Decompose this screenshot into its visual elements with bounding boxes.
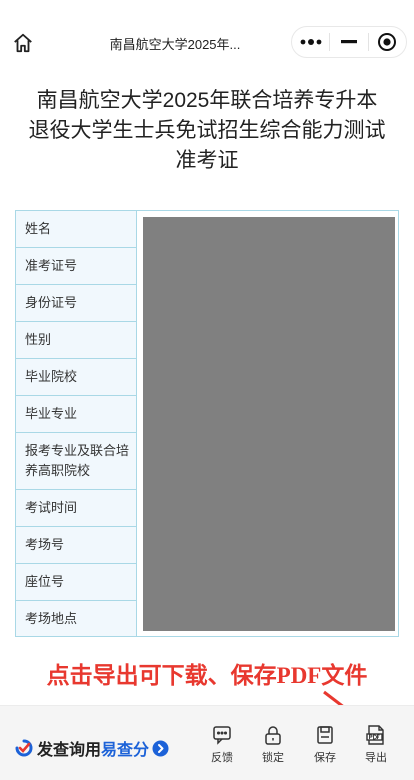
ticket-heading: 南昌航空大学2025年联合培养专升本 退役大学生士兵免试招生综合能力测试 准考证 (0, 86, 414, 176)
heading-line-3: 准考证 (175, 149, 239, 172)
field-label-graduate-school: 毕业院校 (16, 359, 137, 396)
mini-program-capsule (291, 26, 407, 58)
field-label-id-number: 身份证号 (16, 285, 137, 322)
save-button[interactable]: 保存 (305, 724, 345, 765)
top-bar: 南昌航空大学2025年... (0, 0, 414, 84)
bottom-toolbar: 发查询用 易查分 反馈 锁定 保存 导出 (0, 705, 414, 780)
close-button[interactable] (369, 27, 406, 57)
save-icon (317, 726, 333, 744)
lock-label: 锁定 (262, 752, 284, 764)
redacted-values-block (143, 217, 395, 631)
export-label: 导出 (365, 752, 387, 764)
field-label-exam-room: 考场号 (16, 527, 137, 564)
lock-button[interactable]: 锁定 (253, 724, 293, 765)
lock-icon (265, 726, 281, 745)
field-label-exam-location: 考场地点 (25, 610, 78, 626)
field-label-seat-number: 座位号 (16, 564, 137, 601)
save-label: 保存 (314, 752, 336, 764)
field-label-applied-major: 报考专业及联合培养高职院校 (16, 433, 137, 490)
brand-prefix: 发查询用 (37, 742, 102, 759)
field-label-column: 姓名 准考证号 身份证号 性别 毕业院校 毕业专业 报考专业及联合培养高职院校 … (16, 211, 137, 636)
brand-logo-icon (15, 739, 33, 757)
heading-line-2: 退役大学生士兵免试招生综合能力测试 (28, 119, 386, 142)
export-button[interactable]: 导出 (356, 724, 396, 765)
brand-link[interactable]: 发查询用 易查分 (14, 736, 169, 760)
brand-name: 易查分 (101, 742, 150, 759)
field-label-name: 姓名 (16, 211, 137, 248)
home-button[interactable] (8, 28, 38, 58)
field-label-ticket-number: 准考证号 (16, 248, 137, 285)
admission-ticket-table: 姓名 准考证号 身份证号 性别 毕业院校 毕业专业 报考专业及联合培养高职院校 … (15, 210, 399, 637)
feedback-label: 反馈 (211, 752, 233, 764)
home-icon (14, 33, 32, 53)
heading-line-1: 南昌航空大学2025年联合培养专升本 (36, 89, 378, 112)
field-label-exam-time: 考试时间 (16, 490, 137, 527)
page-title: 南昌航空大学2025年... (109, 37, 241, 52)
more-button[interactable] (292, 27, 329, 57)
minus-icon (341, 40, 357, 44)
field-label-graduate-major: 毕业专业 (16, 396, 137, 433)
feedback-button[interactable]: 反馈 (202, 724, 242, 765)
target-close-icon (378, 33, 397, 51)
feedback-icon (213, 726, 231, 745)
field-label-gender: 性别 (16, 322, 137, 359)
minimize-button[interactable] (330, 27, 367, 57)
export-notice: 点击导出可下载、保存PDF文件 (46, 663, 368, 688)
more-dots-icon (300, 39, 322, 45)
chevron-right-circle-icon (152, 740, 169, 756)
pdf-export-icon (366, 725, 384, 745)
